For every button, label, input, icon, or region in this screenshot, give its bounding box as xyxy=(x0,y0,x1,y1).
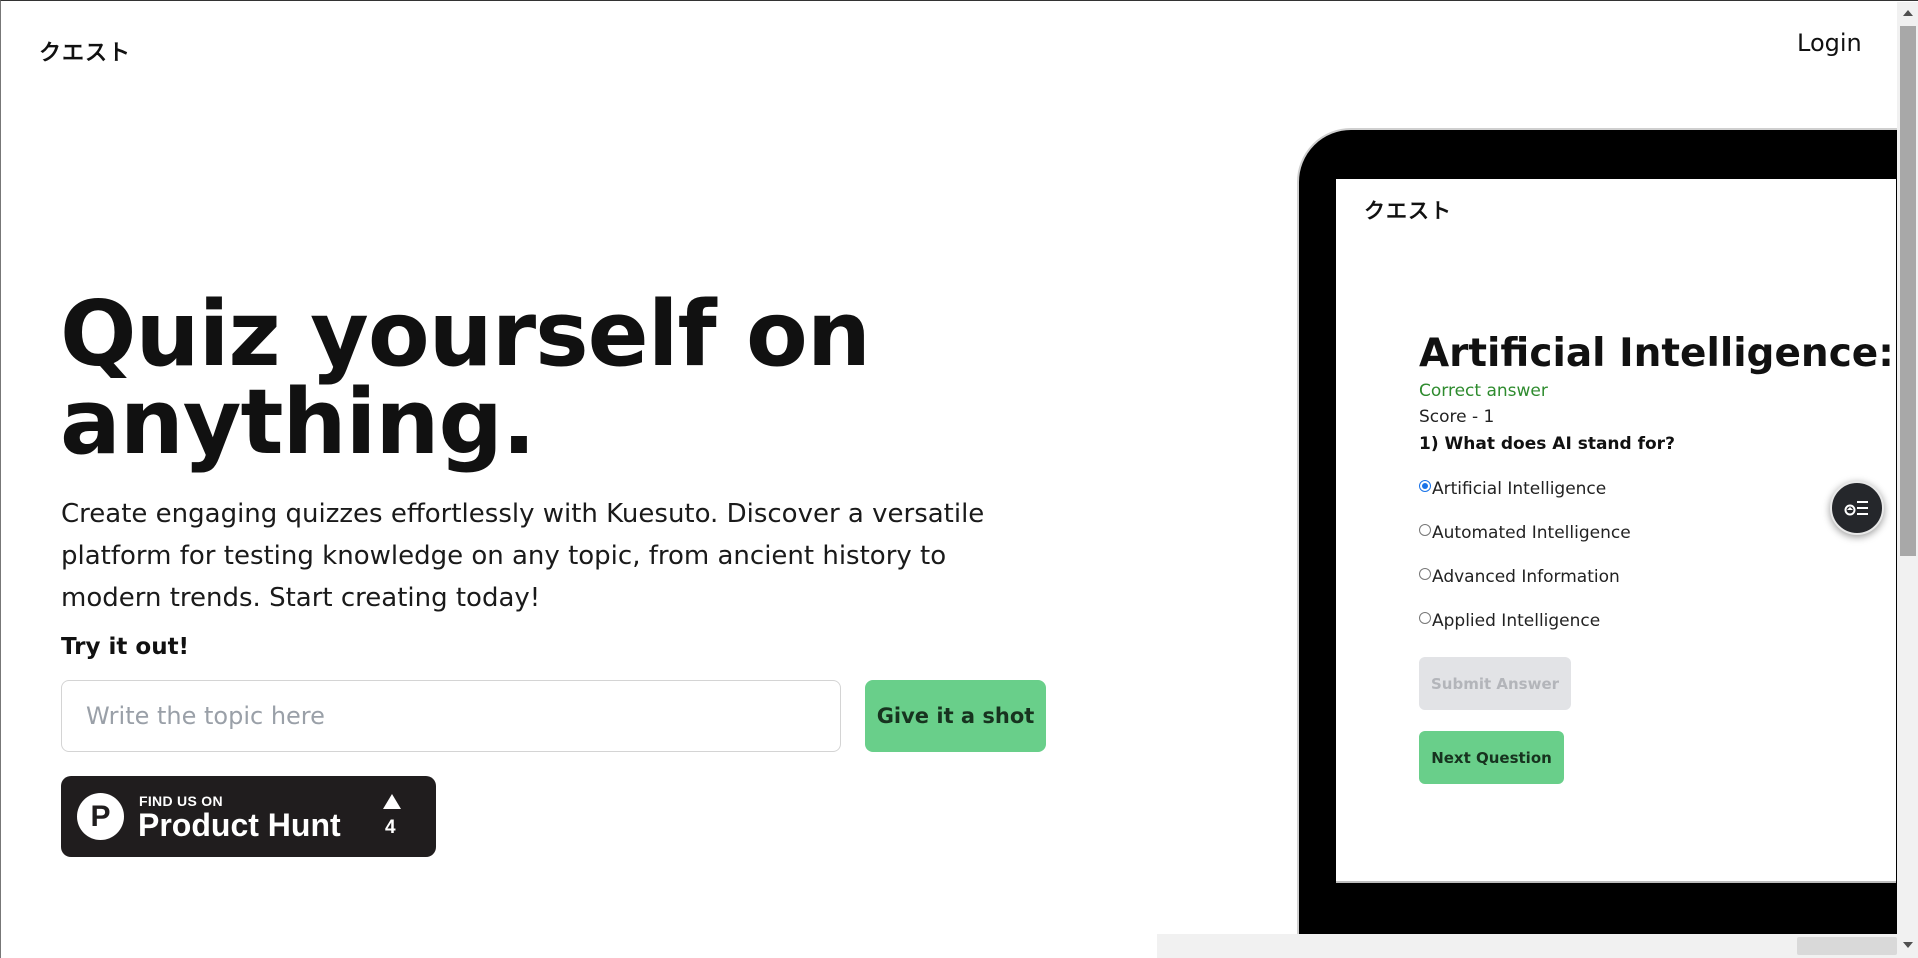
preview-option: Advanced Information xyxy=(1419,567,1620,587)
preview-option: Artificial Intelligence xyxy=(1419,479,1606,499)
login-link[interactable]: Login xyxy=(1797,29,1862,57)
product-hunt-logo-icon: P xyxy=(77,793,124,840)
try-it-label: Try it out! xyxy=(61,634,190,660)
hero-description: Create engaging quizzes effortlessly wit… xyxy=(61,499,985,613)
quiz-list-icon xyxy=(1844,501,1868,516)
preview-next-button: Next Question xyxy=(1419,731,1564,784)
preview-option-label: Artificial Intelligence xyxy=(1432,479,1607,499)
scroll-down-arrow-icon[interactable] xyxy=(1903,942,1913,948)
preview-option: Automated Intelligence xyxy=(1419,523,1631,543)
upvote-count: 4 xyxy=(385,817,396,838)
product-hunt-name: Product Hunt xyxy=(138,807,341,843)
brand-logo[interactable]: クエスト xyxy=(39,35,131,67)
radio-unchecked-icon xyxy=(1419,524,1431,536)
floating-quiz-button[interactable] xyxy=(1830,481,1884,535)
radio-unchecked-icon xyxy=(1419,612,1431,624)
horizontal-scrollbar[interactable] xyxy=(1157,934,1897,958)
preview-submit-button: Submit Answer xyxy=(1419,657,1571,710)
upvote-arrow-icon xyxy=(383,794,401,809)
laptop-screen: クエスト Artificial Intelligence: A J Correc… xyxy=(1336,179,1896,883)
radio-unchecked-icon xyxy=(1419,568,1431,580)
vertical-scrollbar-thumb[interactable] xyxy=(1900,26,1916,556)
hero-title: Quiz yourself on anything. xyxy=(60,290,960,468)
hero-title-line-2: anything. xyxy=(60,370,536,475)
preview-feedback: Correct answer xyxy=(1419,381,1548,401)
topic-input[interactable] xyxy=(61,680,841,752)
horizontal-scrollbar-thumb[interactable] xyxy=(1797,937,1897,955)
give-it-a-shot-button[interactable]: Give it a shot xyxy=(865,680,1046,752)
preview-option-label: Advanced Information xyxy=(1432,567,1620,587)
preview-brand: クエスト xyxy=(1364,199,1452,223)
preview-option-label: Applied Intelligence xyxy=(1432,611,1601,631)
product-hunt-badge[interactable]: P FIND US ON Product Hunt 4 xyxy=(61,776,436,857)
scroll-up-arrow-icon[interactable] xyxy=(1903,10,1913,16)
preview-quiz-title: Artificial Intelligence: A J xyxy=(1419,331,1896,376)
vertical-scrollbar[interactable] xyxy=(1897,2,1918,958)
preview-question: 1) What does AI stand for? xyxy=(1419,434,1675,454)
page: クエスト Login Quiz yourself on anything. Cr… xyxy=(0,0,1918,958)
radio-checked-icon xyxy=(1419,480,1431,492)
preview-option: Applied Intelligence xyxy=(1419,611,1600,631)
preview-option-label: Automated Intelligence xyxy=(1432,523,1631,543)
preview-score: Score - 1 xyxy=(1419,407,1495,427)
